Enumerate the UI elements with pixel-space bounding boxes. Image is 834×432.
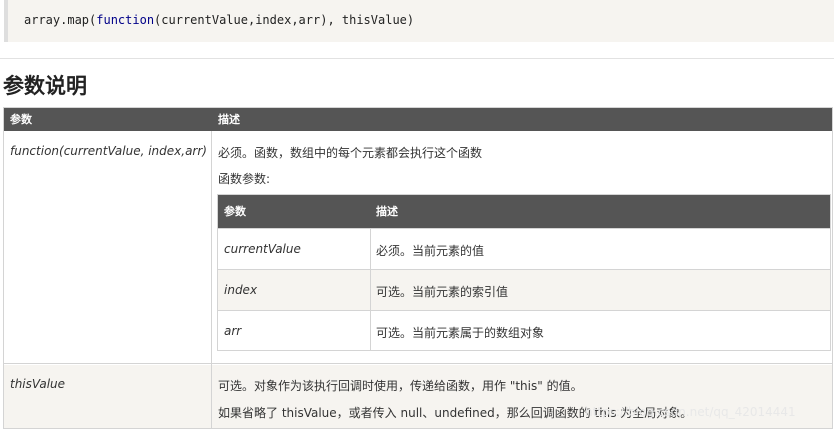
param-desc-line2: 函数参数: [218,172,271,186]
nested-param-table: 参数 描述 currentValue 必须。当前元素的值 index 可选。当前… [217,194,831,351]
code-block: array.map(function(currentValue,index,ar… [4,0,834,42]
nested-param-desc: 可选。当前元素的索引值 [376,285,509,299]
nested-param-name: arr [224,324,242,338]
watermark: https://blog.csdn.net/qq_42014441 [585,405,796,419]
section-heading: 参数说明 [3,74,87,98]
nested-header-param: 参数 [224,205,246,218]
code-keyword: function [96,13,155,27]
nested-column-divider [370,228,371,350]
param-desc-line1: 必须。函数，数组中的每个元素都会执行这个函数 [218,146,483,160]
param-desc-line1: 可选。对象作为该执行回调时使用，传递给函数，用作 "this" 的值。 [218,379,583,393]
code-line: array.map(function(currentValue,index,ar… [24,13,414,27]
nested-param-name: index [224,283,258,297]
header-desc: 描述 [218,113,240,126]
nested-header-desc: 描述 [376,205,398,218]
nested-table-row: currentValue 必须。当前元素的值 [218,228,830,269]
param-name: thisValue [10,377,66,391]
divider [0,58,834,59]
code-suffix: (currentValue,index,arr), thisValue) [154,13,415,27]
nested-table-row: index 可选。当前元素的索引值 [218,269,830,310]
nested-table-header: 参数 描述 [218,195,830,228]
nested-param-desc: 必须。当前元素的值 [376,244,485,258]
header-param: 参数 [10,113,32,126]
nested-param-name: currentValue [224,242,301,256]
param-table-header: 参数 描述 [4,108,832,131]
nested-table-row: arr 可选。当前元素属于的数组对象 [218,310,830,351]
column-divider [211,131,212,428]
code-prefix: array.map( [24,13,97,27]
param-name: function(currentValue, index,arr) [10,144,207,158]
nested-param-desc: 可选。当前元素属于的数组对象 [376,326,545,340]
